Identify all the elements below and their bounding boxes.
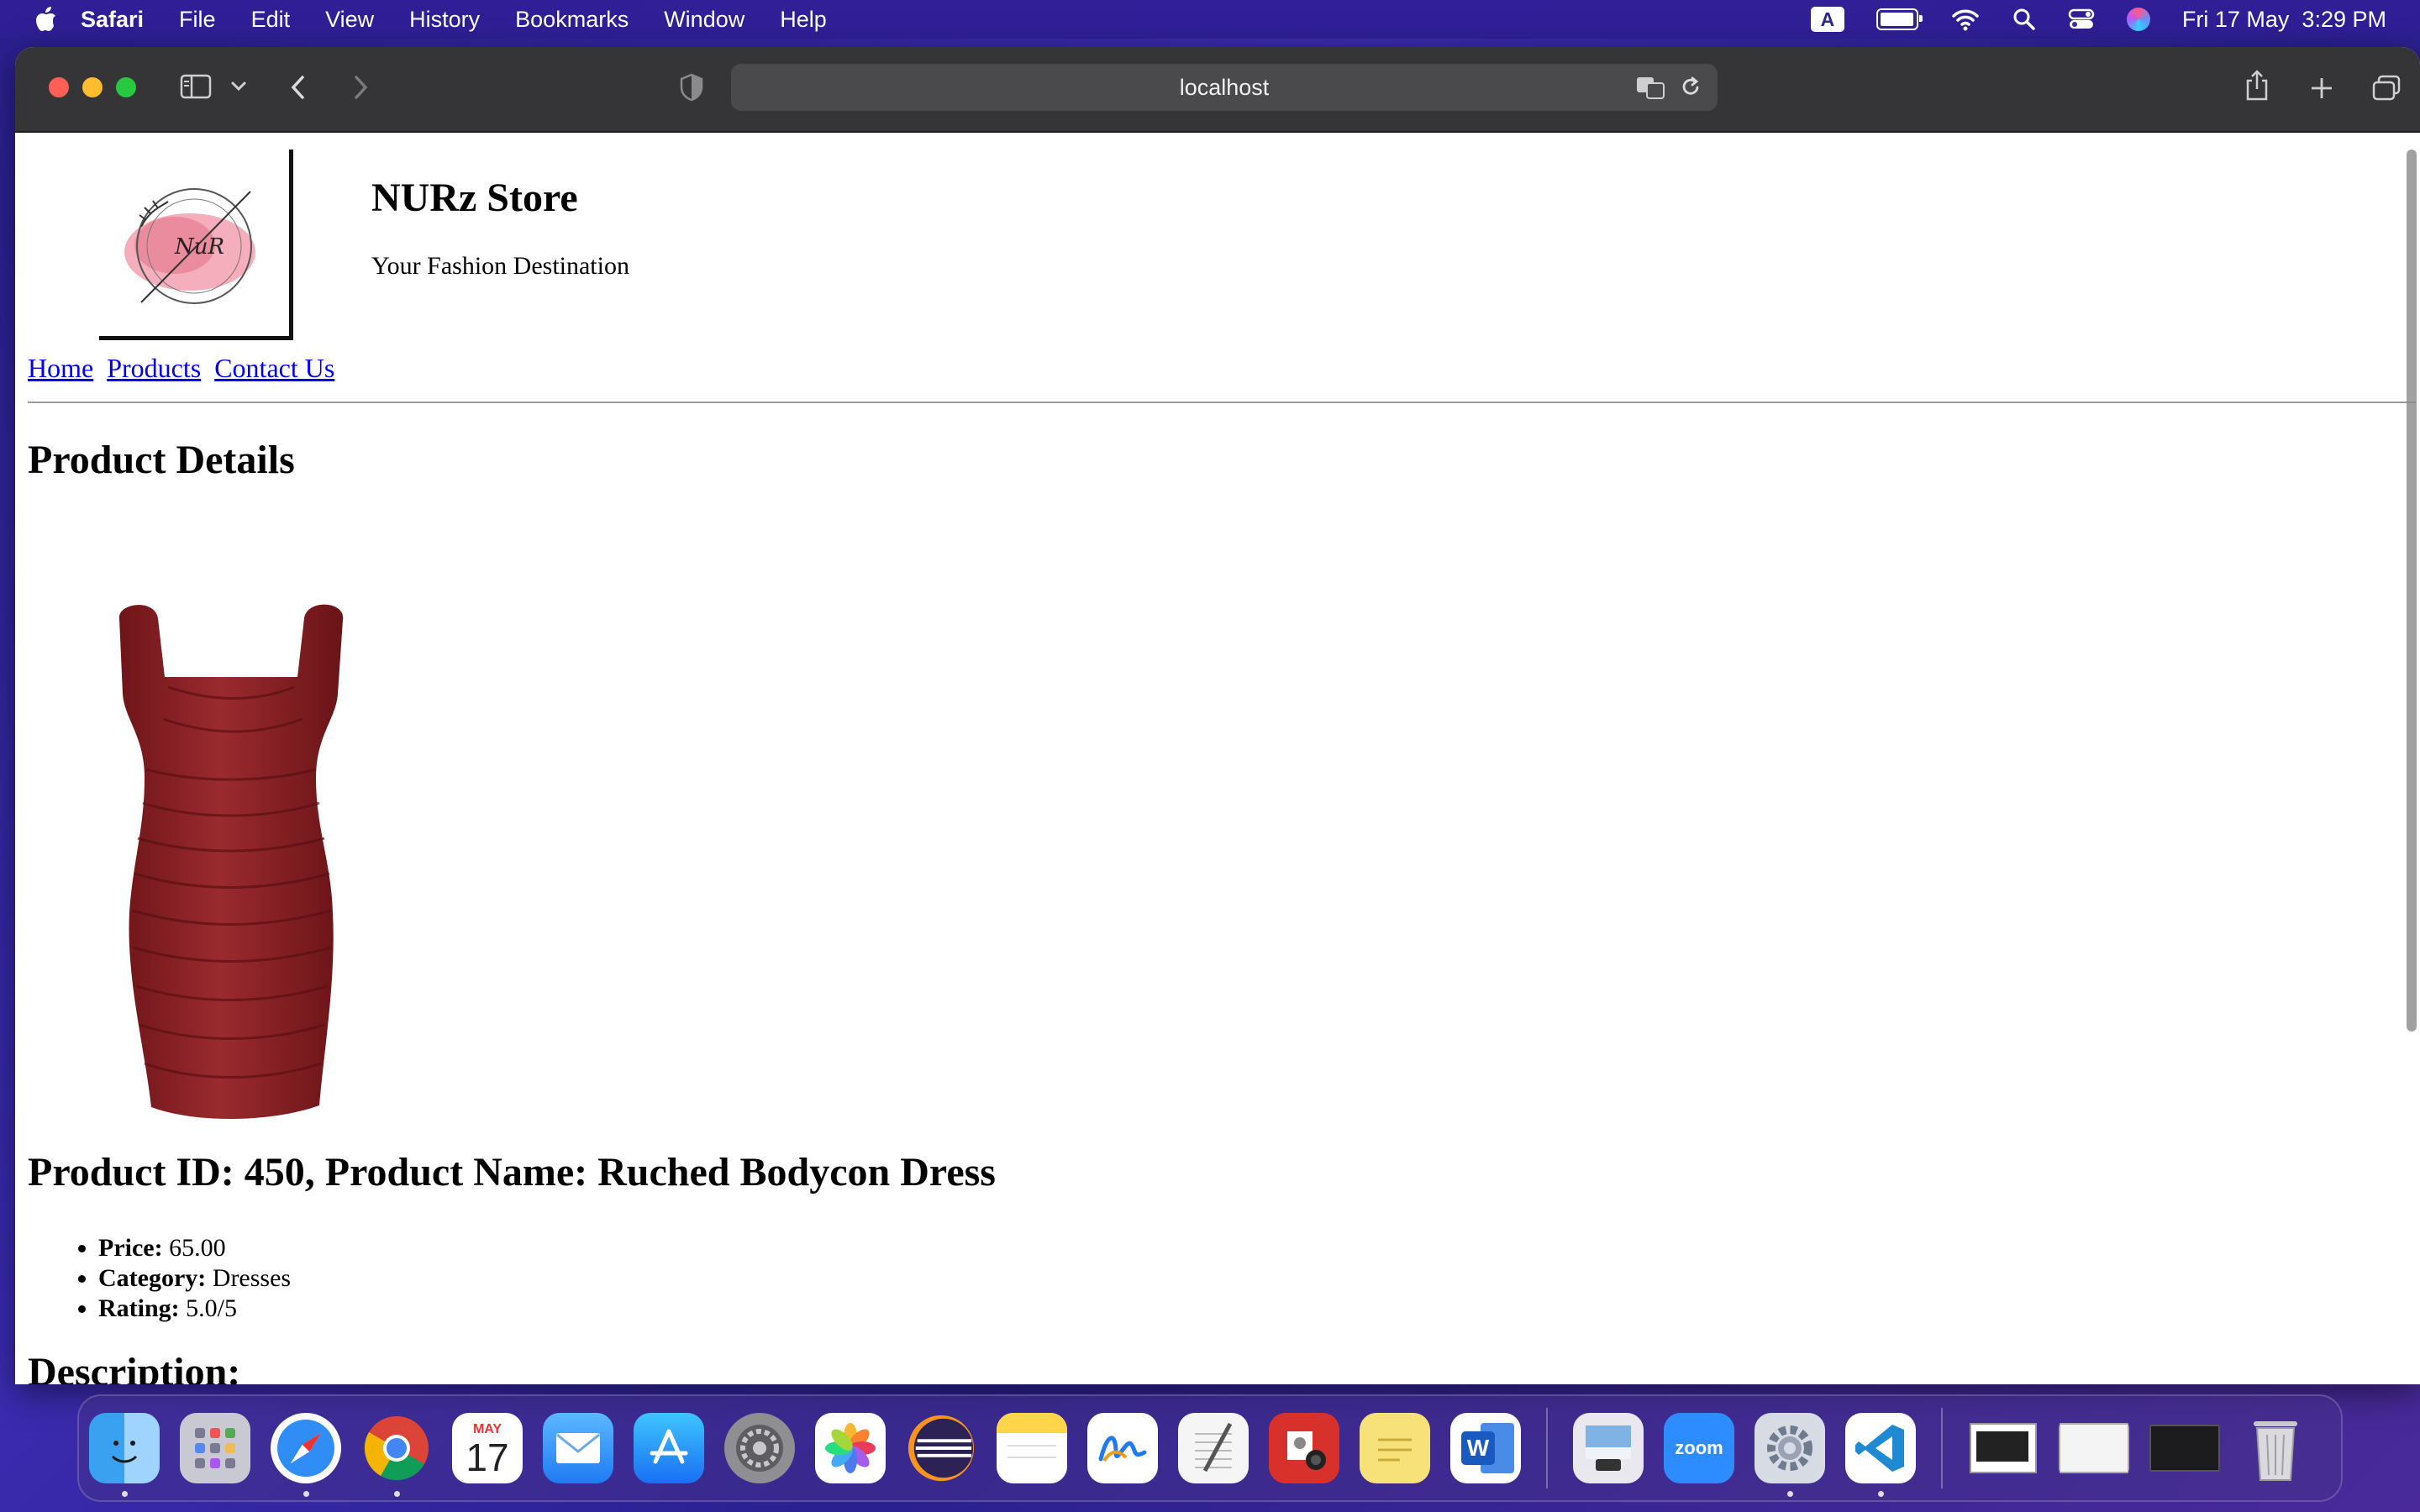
dock: MAY 17 W zoom xyxy=(77,1394,2343,1502)
rating-label: Rating: xyxy=(98,1294,180,1322)
recent-document-stack-2[interactable] xyxy=(2059,1413,2129,1483)
running-indicator xyxy=(303,1491,309,1497)
app-store-icon[interactable] xyxy=(634,1413,704,1483)
description-heading: Description: xyxy=(28,1350,241,1384)
safari-app-icon[interactable] xyxy=(271,1413,341,1483)
siri-icon[interactable] xyxy=(2126,8,2150,31)
photos-app-icon[interactable] xyxy=(815,1413,886,1483)
recent-document-stack-3[interactable] xyxy=(2149,1413,2220,1483)
settings-gear-app-icon[interactable] xyxy=(1754,1413,1825,1483)
chevron-down-icon[interactable] xyxy=(230,81,247,92)
page-scrollbar[interactable] xyxy=(2407,150,2417,1032)
menu-help[interactable]: Help xyxy=(780,7,827,33)
menu-bar: Safari File Edit View History Bookmarks … xyxy=(0,0,2420,39)
zoom-window-button[interactable] xyxy=(116,77,136,97)
battery-level xyxy=(1880,13,1913,26)
menu-view[interactable]: View xyxy=(325,7,374,33)
site-nav: Home Products Contact Us xyxy=(28,353,341,384)
mail-app-icon[interactable] xyxy=(543,1413,613,1483)
share-icon[interactable] xyxy=(2244,69,2270,102)
freeform-app-icon[interactable] xyxy=(1087,1413,1158,1483)
product-image xyxy=(118,604,344,1120)
category-label: Category: xyxy=(98,1264,207,1292)
calendar-day: 17 xyxy=(466,1436,509,1479)
product-specs-list: Price: 65.00 Category: Dresses Rating: 5… xyxy=(28,1233,291,1324)
reload-icon[interactable] xyxy=(1679,76,1702,99)
browser-toolbar: localhost xyxy=(15,47,2420,133)
sidebar-toggle-icon[interactable] xyxy=(180,72,213,101)
menu-app-name[interactable]: Safari xyxy=(81,7,144,33)
svg-text:NuR: NuR xyxy=(174,234,224,260)
running-indicator xyxy=(394,1491,400,1497)
nav-link-home[interactable]: Home xyxy=(28,353,93,383)
store-tagline: Your Fashion Destination xyxy=(371,252,629,280)
category-value: Dresses xyxy=(212,1264,292,1292)
logo-image: NuR xyxy=(124,188,255,304)
web-page: NuR NURz Store Your Fashion Destination … xyxy=(15,133,2420,1384)
spec-price: Price: 65.00 xyxy=(98,1233,291,1263)
launchpad-app-icon[interactable] xyxy=(180,1413,250,1483)
trash-icon[interactable] xyxy=(2240,1413,2311,1483)
product-title-heading: Product ID: 450, Product Name: Ruched Bo… xyxy=(28,1150,996,1194)
running-indicator xyxy=(1787,1491,1793,1497)
control-center-icon[interactable] xyxy=(2068,8,2095,31)
preview-app-icon[interactable] xyxy=(1573,1413,1644,1483)
stickies-app-icon[interactable] xyxy=(1360,1413,1430,1483)
privacy-shield-icon[interactable] xyxy=(679,72,704,102)
recent-document-stack-1[interactable] xyxy=(1968,1413,2039,1483)
close-window-button[interactable] xyxy=(49,77,69,97)
translate-icon[interactable] xyxy=(1635,76,1665,99)
dock-divider xyxy=(1941,1408,1943,1488)
price-value: 65.00 xyxy=(169,1234,226,1262)
textedit-app-icon[interactable] xyxy=(1178,1413,1249,1483)
menu-edit[interactable]: Edit xyxy=(251,7,291,33)
minimize-window-button[interactable] xyxy=(82,77,103,97)
notes-app-icon[interactable] xyxy=(997,1413,1067,1483)
photo-booth-app-icon[interactable] xyxy=(1269,1413,1339,1483)
address-bar[interactable]: localhost xyxy=(731,64,1718,111)
eclipse-app-icon[interactable] xyxy=(906,1413,976,1483)
safari-window: localhost NuR NURz Store Your Fashion De… xyxy=(15,47,2420,1384)
running-indicator xyxy=(122,1491,128,1497)
nav-link-contact-us[interactable]: Contact Us xyxy=(214,353,334,383)
menu-history[interactable]: History xyxy=(409,7,480,33)
menu-bookmarks[interactable]: Bookmarks xyxy=(515,7,629,33)
rating-value: 5.0/5 xyxy=(186,1294,238,1322)
product-details-heading: Product Details xyxy=(28,438,295,482)
apple-icon[interactable] xyxy=(34,6,57,33)
price-label: Price: xyxy=(98,1234,163,1262)
back-icon[interactable] xyxy=(287,72,311,102)
tab-overview-icon[interactable] xyxy=(2371,74,2402,102)
store-name: NURz Store xyxy=(371,176,578,220)
dock-divider xyxy=(1546,1408,1548,1488)
vscode-app-icon[interactable] xyxy=(1845,1413,1916,1483)
nav-link-products[interactable]: Products xyxy=(107,353,201,383)
zoom-app-icon[interactable]: zoom xyxy=(1664,1413,1734,1483)
url-text: localhost xyxy=(1179,74,1270,100)
running-indicator xyxy=(1878,1491,1884,1497)
chrome-app-icon[interactable] xyxy=(361,1413,432,1483)
header-divider xyxy=(28,402,2416,403)
calendar-app-icon[interactable]: MAY 17 xyxy=(452,1413,523,1483)
forward-icon[interactable] xyxy=(348,72,371,102)
spec-rating: Rating: 5.0/5 xyxy=(98,1294,291,1324)
store-logo[interactable]: NuR xyxy=(99,150,293,340)
wifi-icon[interactable] xyxy=(1950,8,1981,31)
system-settings-app-icon[interactable] xyxy=(724,1413,795,1483)
menubar-clock[interactable]: Fri 17 May 3:29 PM xyxy=(2182,7,2386,33)
new-tab-icon[interactable] xyxy=(2309,76,2334,101)
finder-app-icon[interactable] xyxy=(89,1413,160,1483)
input-source-indicator[interactable]: A xyxy=(1810,7,1844,32)
word-letter: W xyxy=(1461,1431,1495,1465)
microsoft-word-app-icon[interactable]: W xyxy=(1450,1413,1521,1483)
zoom-label: zoom xyxy=(1675,1437,1723,1458)
battery-icon[interactable] xyxy=(1876,8,1923,30)
spotlight-search-icon[interactable] xyxy=(2012,8,2036,31)
spec-category: Category: Dresses xyxy=(98,1263,291,1294)
menu-window[interactable]: Window xyxy=(664,7,744,33)
status-area: A Fri 17 May 3:29 PM xyxy=(1810,0,2386,39)
menu-file[interactable]: File xyxy=(179,7,216,33)
